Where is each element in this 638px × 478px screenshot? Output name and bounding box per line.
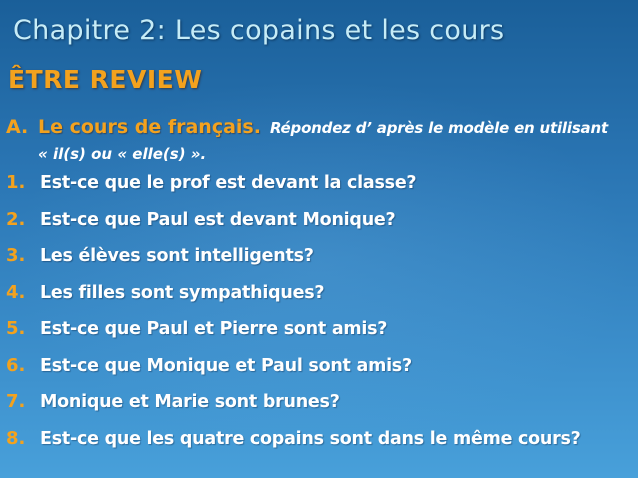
- question-number: 3.: [6, 245, 26, 266]
- question-number: 2.: [6, 208, 26, 230]
- question-item: 2. Est-ce que Paul est devant Monique?: [6, 209, 634, 246]
- question-text: Est-ce que Paul est devant Monique?: [40, 209, 396, 230]
- question-item: 1. Est-ce que le prof est devant la clas…: [6, 172, 634, 209]
- question-text: Les élèves sont intelligents?: [40, 246, 314, 266]
- question-number: 8.: [6, 427, 26, 449]
- section-instruction: Répondez d’ après le modèle en utilisant: [269, 119, 608, 137]
- question-list: 1. Est-ce que le prof est devant la clas…: [6, 172, 634, 464]
- exercise-section: A. Le cours de français. Répondez d’ apr…: [6, 116, 634, 163]
- section-letter: A.: [6, 116, 29, 138]
- section-heading: Le cours de français.: [38, 116, 261, 138]
- question-text: Les filles sont sympathiques?: [40, 282, 325, 303]
- slide: Chapitre 2: Les copains et les cours ÊTR…: [0, 0, 638, 478]
- question-number: 1.: [6, 172, 26, 193]
- question-text: Est-ce que le prof est devant la classe?: [40, 173, 417, 193]
- question-number: 7.: [6, 391, 26, 412]
- question-item: 4. Les filles sont sympathiques?: [6, 282, 634, 319]
- question-text: Monique et Marie sont brunes?: [40, 392, 340, 412]
- question-number: 6.: [6, 354, 26, 376]
- slide-subtitle: ÊTRE REVIEW: [8, 65, 203, 94]
- question-item: 7. Monique et Marie sont brunes?: [6, 391, 634, 428]
- slide-title: Chapitre 2: Les copains et les cours: [13, 15, 505, 46]
- section-header: A. Le cours de français. Répondez d’ apr…: [6, 116, 634, 138]
- question-item: 6. Est-ce que Monique et Paul sont amis?: [6, 355, 634, 392]
- question-number: 4.: [6, 281, 26, 303]
- question-text: Est-ce que Monique et Paul sont amis?: [40, 355, 412, 376]
- section-instruction-continued: « il(s) ou « elle(s) ».: [38, 145, 207, 163]
- question-item: 3. Les élèves sont intelligents?: [6, 245, 634, 282]
- question-item: 5. Est-ce que Paul et Pierre sont amis?: [6, 318, 634, 355]
- question-number: 5.: [6, 318, 26, 339]
- question-text: Est-ce que Paul et Pierre sont amis?: [40, 319, 388, 339]
- question-text: Est-ce que les quatre copains sont dans …: [40, 428, 581, 449]
- question-item: 8. Est-ce que les quatre copains sont da…: [6, 428, 634, 465]
